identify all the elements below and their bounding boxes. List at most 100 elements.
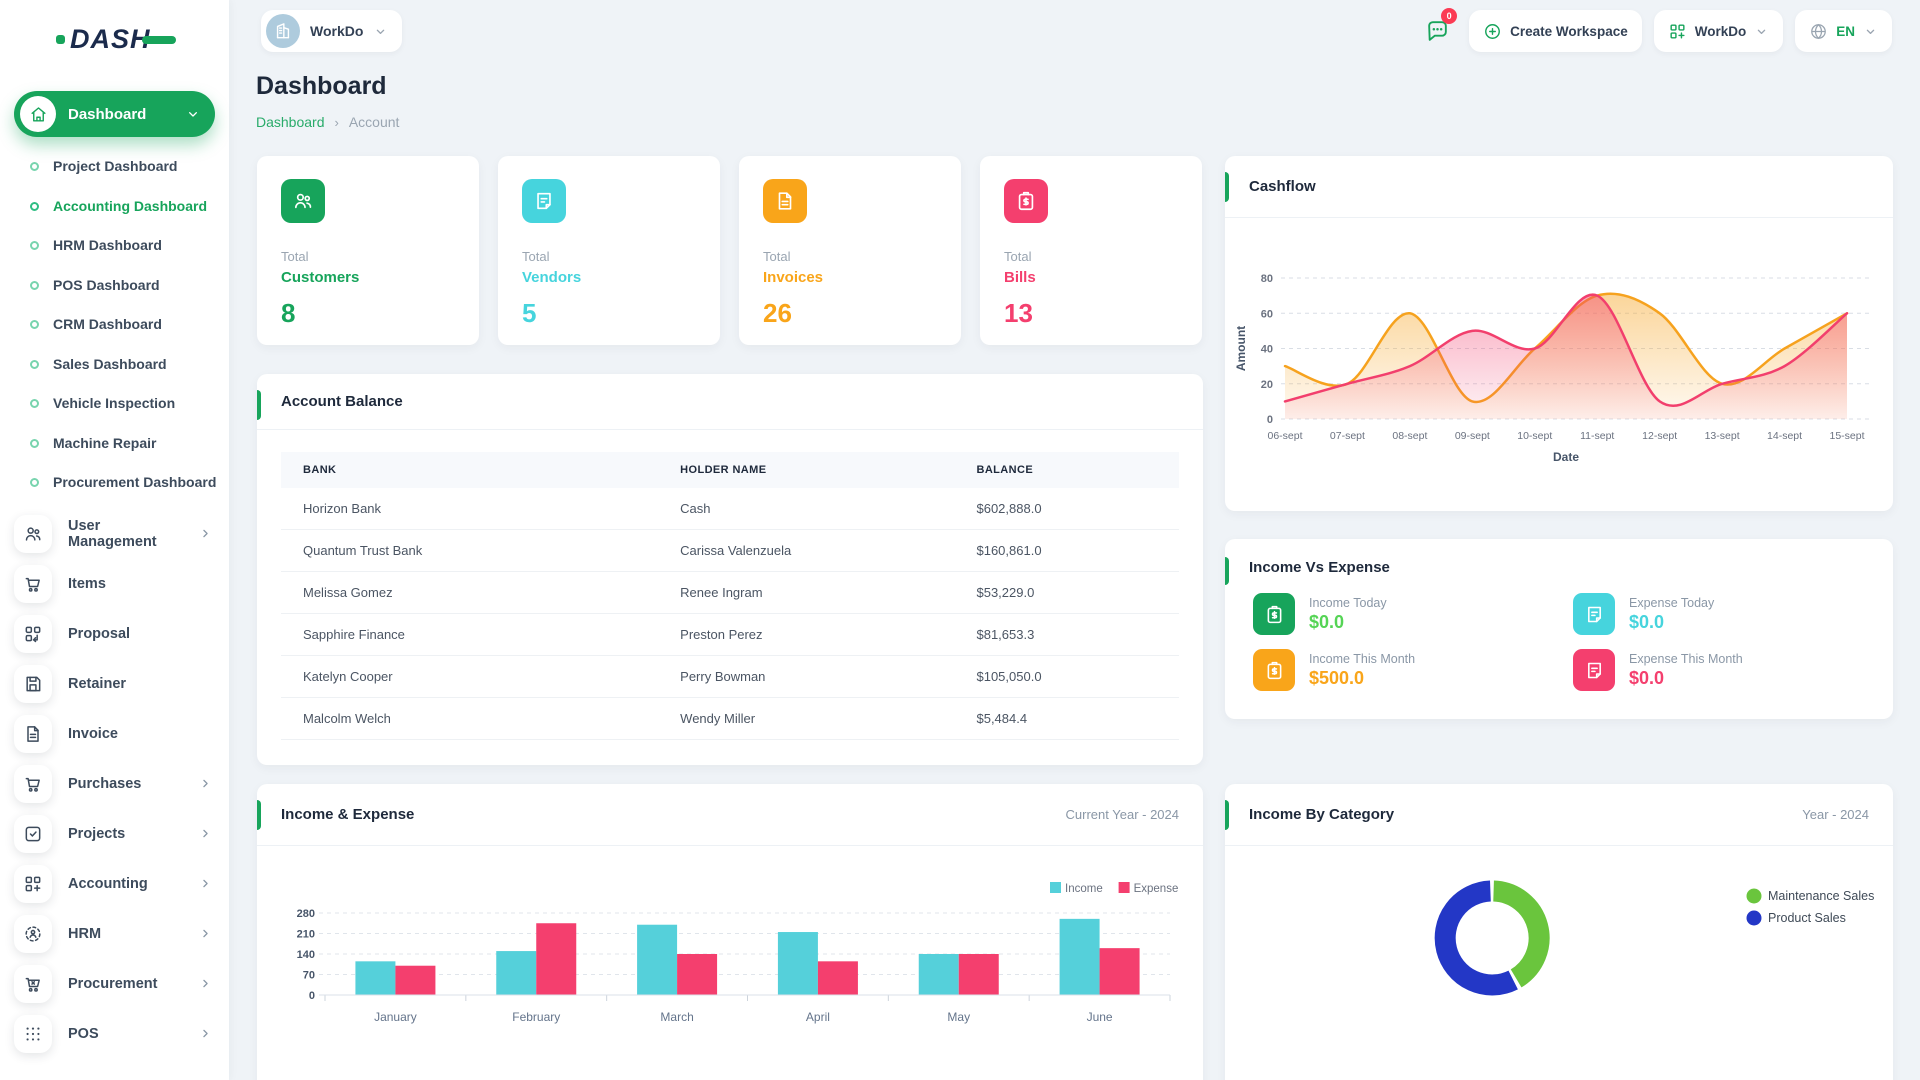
svg-text:14-sept: 14-sept bbox=[1767, 430, 1802, 442]
sidebar: DASH Dashboard Project Dashboard Accounti… bbox=[0, 0, 229, 1080]
svg-text:June: June bbox=[1087, 1010, 1113, 1024]
sidebar-item-hrm[interactable]: HRM bbox=[0, 909, 229, 959]
section-label: Purchases bbox=[68, 776, 182, 792]
section-label: POS bbox=[68, 1026, 182, 1042]
note-icon bbox=[1573, 593, 1615, 635]
sidebar-item-items[interactable]: Items bbox=[0, 559, 229, 609]
svg-text:0: 0 bbox=[309, 990, 315, 1002]
cell-balance: $602,888.0 bbox=[954, 488, 1179, 530]
ive-value: $0.0 bbox=[1629, 668, 1743, 689]
ive-item-income-this-month: Income This Month$500.0 bbox=[1253, 649, 1549, 691]
cell-holder: Cash bbox=[658, 488, 954, 530]
ive-item-income-today: Income Today$0.0 bbox=[1253, 593, 1549, 635]
account-balance-title: Account Balance bbox=[281, 393, 403, 410]
cell-holder: Carissa Valenzuela bbox=[658, 530, 954, 572]
svg-text:Amount: Amount bbox=[1234, 326, 1248, 371]
app-logo[interactable]: DASH bbox=[0, 0, 229, 55]
cell-bank: Quantum Trust Bank bbox=[281, 530, 658, 572]
svg-text:210: 210 bbox=[297, 929, 315, 941]
account-balance-table: Bank Holder Name Balance Horizon BankCas… bbox=[281, 452, 1179, 740]
sidebar-item-dashboard[interactable]: Dashboard bbox=[14, 91, 215, 137]
stat-total-label: Total bbox=[763, 249, 937, 264]
chevron-right-icon bbox=[198, 876, 213, 891]
accounting-icon bbox=[14, 865, 52, 903]
users-icon bbox=[14, 515, 52, 553]
account-balance-card: Account Balance Bank Holder Name Balance… bbox=[257, 374, 1203, 765]
retainer-icon bbox=[14, 665, 52, 703]
workspace-switcher-label: WorkDo bbox=[1695, 24, 1747, 39]
sidebar-item-label: Dashboard bbox=[68, 106, 185, 123]
svg-text:April: April bbox=[806, 1010, 830, 1024]
ive-label: Income Today bbox=[1309, 596, 1387, 610]
sidebar-subitem-pos-dashboard[interactable]: POS Dashboard bbox=[0, 266, 229, 306]
clipboard-dollar-icon bbox=[1253, 649, 1295, 691]
svg-text:0: 0 bbox=[1267, 414, 1273, 426]
cell-balance: $81,653.3 bbox=[954, 614, 1179, 656]
subitem-label: Procurement Dashboard bbox=[53, 474, 216, 492]
income-expense-subtitle: Current Year - 2024 bbox=[1066, 807, 1179, 822]
cell-balance: $5,484.4 bbox=[954, 698, 1179, 740]
sidebar-item-purchases[interactable]: Purchases bbox=[0, 759, 229, 809]
table-header-row: Bank Holder Name Balance bbox=[281, 452, 1179, 488]
svg-text:13-sept: 13-sept bbox=[1705, 430, 1740, 442]
income-vs-expense-card: Income Vs Expense Income Today$0.0Expens… bbox=[1225, 539, 1893, 719]
sidebar-item-procurement[interactable]: Procurement bbox=[0, 959, 229, 1009]
create-workspace-label: Create Workspace bbox=[1510, 24, 1628, 39]
sidebar-item-retainer[interactable]: Retainer bbox=[0, 659, 229, 709]
sidebar-item-projects[interactable]: Projects bbox=[0, 809, 229, 859]
chevron-down-icon bbox=[1754, 24, 1769, 39]
subitem-label: Vehicle Inspection bbox=[53, 395, 175, 413]
sidebar-subitem-accounting-dashboard[interactable]: Accounting Dashboard bbox=[0, 187, 229, 227]
language-label: EN bbox=[1836, 24, 1855, 39]
cell-bank: Katelyn Cooper bbox=[281, 656, 658, 698]
table-row: Quantum Trust BankCarissa Valenzuela$160… bbox=[281, 530, 1179, 572]
sidebar-item-user-management[interactable]: User Management bbox=[0, 509, 229, 559]
ive-value: $500.0 bbox=[1309, 668, 1415, 689]
clipboard-dollar-icon bbox=[1004, 179, 1048, 223]
language-selector[interactable]: EN bbox=[1795, 10, 1892, 52]
svg-text:February: February bbox=[512, 1010, 560, 1024]
income-expense-card: Income & Expense Current Year - 2024 280… bbox=[257, 784, 1203, 1080]
sidebar-subitem-procurement-dashboard[interactable]: Procurement Dashboard bbox=[0, 463, 229, 503]
sidebar-subitem-hrm-dashboard[interactable]: HRM Dashboard bbox=[0, 226, 229, 266]
messages-button[interactable]: 0 bbox=[1417, 10, 1457, 52]
table-row: Horizon BankCash$602,888.0 bbox=[281, 488, 1179, 530]
workspace-switcher-button[interactable]: WorkDo bbox=[1654, 10, 1784, 52]
cell-bank: Horizon Bank bbox=[281, 488, 658, 530]
create-workspace-button[interactable]: Create Workspace bbox=[1469, 10, 1642, 52]
bullet-ring-icon bbox=[30, 360, 39, 369]
workspace-pill[interactable]: WorkDo bbox=[261, 10, 402, 52]
subitem-label: POS Dashboard bbox=[53, 277, 160, 295]
logo-text: DASH bbox=[70, 24, 151, 55]
cart-icon bbox=[14, 565, 52, 603]
svg-text:280: 280 bbox=[297, 908, 315, 920]
sidebar-subitem-project-dashboard[interactable]: Project Dashboard bbox=[0, 147, 229, 187]
stat-name: Invoices bbox=[763, 269, 937, 286]
sidebar-sections: User ManagementItemsProposalRetainerInvo… bbox=[0, 509, 229, 1059]
table-row: Katelyn CooperPerry Bowman$105,050.0 bbox=[281, 656, 1179, 698]
sidebar-item-accounting[interactable]: Accounting bbox=[0, 859, 229, 909]
sidebar-subitem-sales-dashboard[interactable]: Sales Dashboard bbox=[0, 345, 229, 385]
svg-text:Income: Income bbox=[1065, 883, 1103, 895]
svg-text:15-sept: 15-sept bbox=[1829, 430, 1864, 442]
sidebar-subitem-crm-dashboard[interactable]: CRM Dashboard bbox=[0, 305, 229, 345]
sidebar-item-pos[interactable]: POS bbox=[0, 1009, 229, 1059]
sidebar-subitem-machine-repair[interactable]: Machine Repair bbox=[0, 424, 229, 464]
grid-plus-icon bbox=[1668, 22, 1687, 41]
cell-bank: Malcolm Welch bbox=[281, 698, 658, 740]
chevron-right-icon bbox=[198, 776, 213, 791]
procurement-icon bbox=[14, 965, 52, 1003]
sidebar-item-proposal[interactable]: Proposal bbox=[0, 609, 229, 659]
svg-text:Expense: Expense bbox=[1134, 883, 1179, 895]
income-by-category-chart: Maintenance SalesProduct Sales bbox=[1225, 846, 1893, 1080]
stat-card-vendors: TotalVendors5 bbox=[498, 156, 720, 345]
income-by-category-title: Income By Category bbox=[1249, 806, 1394, 823]
sidebar-item-invoice[interactable]: Invoice bbox=[0, 709, 229, 759]
breadcrumb-dashboard-link[interactable]: Dashboard bbox=[256, 114, 325, 130]
income-vs-expense-grid: Income Today$0.0Expense Today$0.0Income … bbox=[1225, 577, 1893, 691]
sidebar-subitem-vehicle-inspection[interactable]: Vehicle Inspection bbox=[0, 384, 229, 424]
breadcrumb-current: Account bbox=[349, 114, 400, 130]
cell-bank: Melissa Gomez bbox=[281, 572, 658, 614]
section-label: Accounting bbox=[68, 876, 182, 892]
subitem-label: Project Dashboard bbox=[53, 158, 177, 176]
